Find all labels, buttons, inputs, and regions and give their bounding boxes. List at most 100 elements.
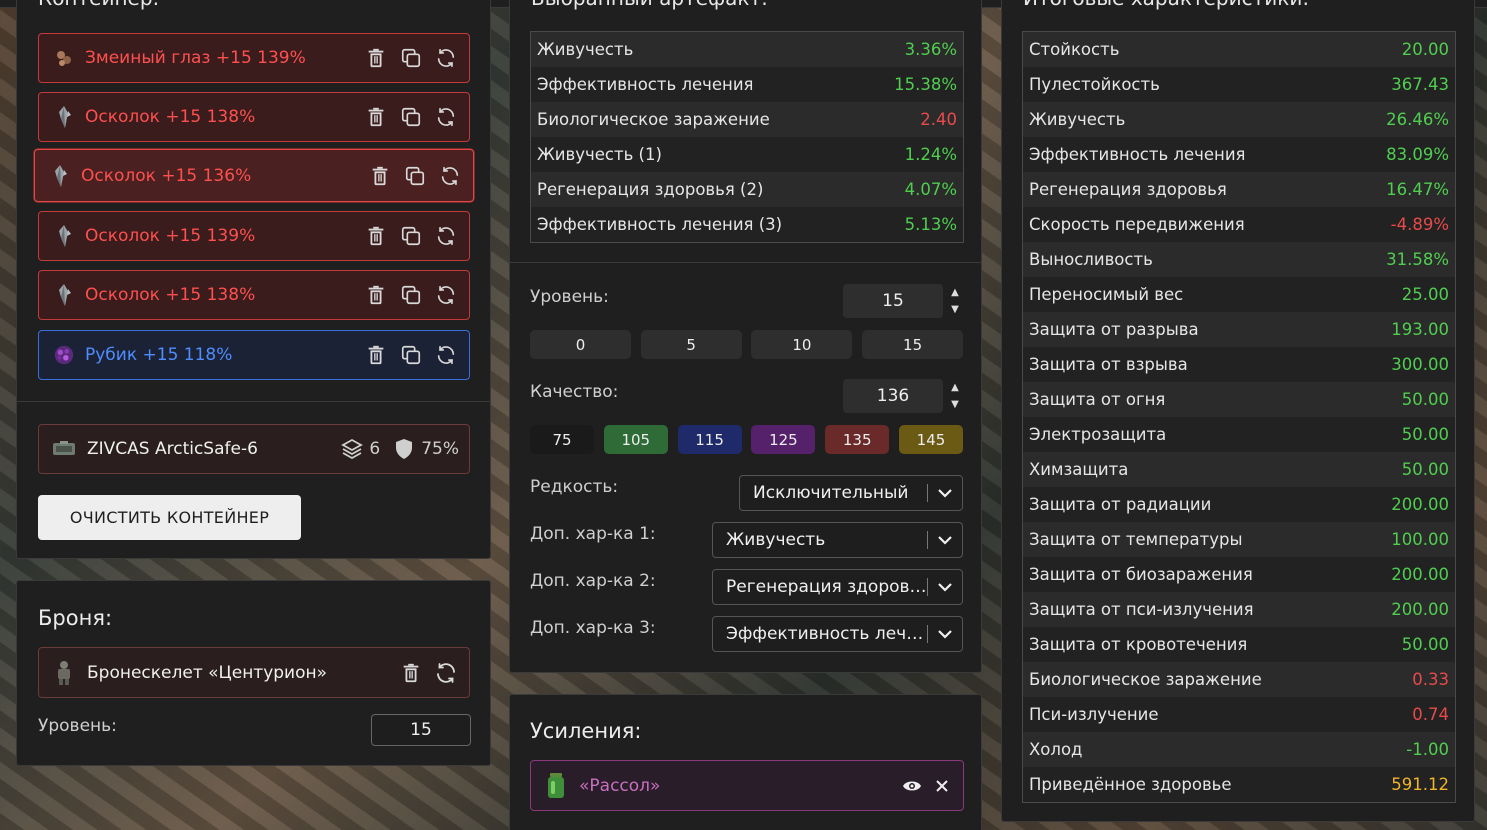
- copy-artifact-button[interactable]: [397, 161, 432, 191]
- replace-artifact-button[interactable]: [428, 221, 463, 251]
- delete-artifact-button[interactable]: [358, 280, 393, 310]
- stat-value: 193.00: [1353, 312, 1455, 347]
- delete-artifact-button[interactable]: [358, 221, 393, 251]
- quality-preset-button[interactable]: 105: [603, 425, 668, 454]
- delete-artifact-button[interactable]: [362, 161, 397, 191]
- stat-name: Живучесть: [1023, 102, 1354, 137]
- quality-preset-button[interactable]: 75: [530, 425, 594, 454]
- boost-item[interactable]: «Рассол»: [530, 760, 964, 811]
- delete-artifact-button[interactable]: [358, 43, 393, 73]
- stat-value: 83.09%: [1353, 137, 1455, 172]
- level-preset-button[interactable]: 0: [530, 330, 631, 359]
- copy-artifact-button[interactable]: [393, 102, 428, 132]
- container-item[interactable]: ZIVCAS ArcticSafe-6 6 75%: [38, 424, 470, 474]
- boosts-title: Усиления:: [530, 719, 642, 743]
- artifact-item[interactable]: Осколок +15 138%: [38, 270, 470, 320]
- artifact-name: Осколок +15 139%: [85, 226, 256, 246]
- quality-preset-button[interactable]: 115: [677, 425, 742, 454]
- stat-value: 2.40: [865, 102, 963, 137]
- replace-artifact-button[interactable]: [428, 102, 463, 132]
- armor-title: Броня:: [38, 606, 113, 630]
- artifact-name: Осколок +15 136%: [81, 165, 252, 186]
- stat-value: 100.00: [1353, 522, 1455, 557]
- artifact-item[interactable]: Рубик +15 118%: [38, 330, 470, 380]
- artifact-item[interactable]: Змеиный глаз +15 139%: [38, 33, 470, 83]
- level-spinner[interactable]: ▲ ▼: [947, 284, 963, 318]
- stat-row: Защита от радиации 200.00: [1023, 487, 1455, 522]
- replace-armor-button[interactable]: [428, 658, 463, 688]
- final-stats-panel: Итоговые характеристики: Стойкость20.00П…: [1001, 0, 1475, 822]
- close-icon[interactable]: [927, 779, 957, 793]
- chevron-down-icon[interactable]: [928, 535, 962, 545]
- stat-value: 26.46%: [1353, 102, 1455, 137]
- quality-preset-button[interactable]: 125: [751, 425, 816, 454]
- stat-value: 4.07%: [865, 172, 963, 207]
- chevron-down-icon[interactable]: ▼: [947, 301, 963, 318]
- rarity-label: Редкость:: [530, 477, 619, 497]
- chevron-down-icon[interactable]: [928, 488, 962, 498]
- container-divider: [17, 401, 490, 402]
- quality-preset-button[interactable]: 135: [825, 425, 890, 454]
- level-input[interactable]: 15: [843, 284, 943, 318]
- replace-artifact-button[interactable]: [428, 340, 463, 370]
- stat-row: Химзащита 50.00: [1023, 452, 1455, 487]
- clear-container-button[interactable]: ОЧИСТИТЬ КОНТЕЙНЕР: [38, 495, 301, 540]
- extra1-select[interactable]: Живучесть: [712, 522, 963, 558]
- copy-artifact-button[interactable]: [393, 221, 428, 251]
- delete-artifact-button[interactable]: [358, 102, 393, 132]
- rarity-value: Исключительный: [753, 483, 909, 503]
- armor-item[interactable]: Бронескелет «Центурион»: [38, 647, 470, 698]
- quality-preset-button[interactable]: 145: [899, 425, 963, 454]
- copy-artifact-button[interactable]: [393, 43, 428, 73]
- extra1-value: Живучесть: [726, 530, 826, 550]
- chevron-down-icon[interactable]: [928, 582, 962, 592]
- level-preset-button[interactable]: 15: [862, 330, 964, 359]
- stat-value: 1.24%: [865, 137, 963, 172]
- extra2-select[interactable]: Регенерация здоровья: [712, 569, 963, 605]
- replace-artifact-button[interactable]: [428, 280, 463, 310]
- artifact-stats-table: Живучесть 3.36% Эффективность лечения 15.38…: [530, 31, 964, 243]
- swap-icon: [435, 47, 457, 69]
- container-title: Контейнер:: [38, 0, 159, 10]
- replace-artifact-button[interactable]: [428, 43, 463, 73]
- stat-name: Электрозащита: [1023, 417, 1354, 452]
- boost-name: «Рассол»: [579, 775, 661, 796]
- armor-panel: Броня: Бронескелет «Центурион» Уровень: …: [16, 580, 491, 766]
- quality-spinner[interactable]: ▲ ▼: [947, 379, 963, 413]
- stat-value: 367.43: [1353, 67, 1455, 102]
- delete-artifact-button[interactable]: [358, 340, 393, 370]
- delete-armor-button[interactable]: [393, 658, 428, 688]
- artifact-item[interactable]: Осколок +15 139%: [38, 211, 470, 261]
- stat-value: 200.00: [1353, 592, 1455, 627]
- stat-name: Холод: [1023, 732, 1354, 767]
- rarity-select[interactable]: Исключительный: [739, 475, 963, 511]
- stat-row: Пси-излучение 0.74: [1023, 697, 1455, 732]
- swap-icon: [435, 225, 457, 247]
- chevron-up-icon[interactable]: ▲: [947, 379, 963, 396]
- selected-artifact-title: Выбранный артефакт:: [531, 0, 768, 10]
- level-preset-button[interactable]: 5: [640, 330, 742, 359]
- container-case-icon: [51, 439, 77, 459]
- armor-name: Бронескелет «Центурион»: [87, 662, 328, 683]
- extra3-value: Эффективность лечения: [726, 624, 927, 644]
- armor-level-input[interactable]: 15: [371, 714, 471, 746]
- stat-name: Переносимый вес: [1023, 277, 1354, 312]
- artifact-item[interactable]: Осколок +15 138%: [38, 92, 470, 142]
- stat-row: Переносимый вес 25.00: [1023, 277, 1455, 312]
- trash-icon: [369, 165, 391, 187]
- chevron-up-icon[interactable]: ▲: [947, 284, 963, 301]
- final-stats-table: Стойкость 20.00 Пулестойкость 367.43 Живучес…: [1022, 31, 1456, 803]
- chevron-down-icon[interactable]: ▼: [947, 396, 963, 413]
- eye-icon[interactable]: [897, 779, 927, 793]
- stat-value: 3.36%: [865, 32, 963, 67]
- extra3-select[interactable]: Эффективность лечения: [712, 616, 963, 652]
- copy-artifact-button[interactable]: [393, 340, 428, 370]
- selected-artifact-panel: Выбранный артефакт: Живучесть3.36%Эффект…: [509, 0, 982, 673]
- copy-artifact-button[interactable]: [393, 280, 428, 310]
- chevron-down-icon[interactable]: [928, 629, 962, 639]
- quality-input[interactable]: 136: [843, 379, 943, 413]
- stat-name: Регенерация здоровья: [1023, 172, 1354, 207]
- replace-artifact-button[interactable]: [432, 161, 467, 191]
- artifact-item[interactable]: Осколок +15 136%: [34, 149, 474, 202]
- level-preset-button[interactable]: 10: [751, 330, 853, 359]
